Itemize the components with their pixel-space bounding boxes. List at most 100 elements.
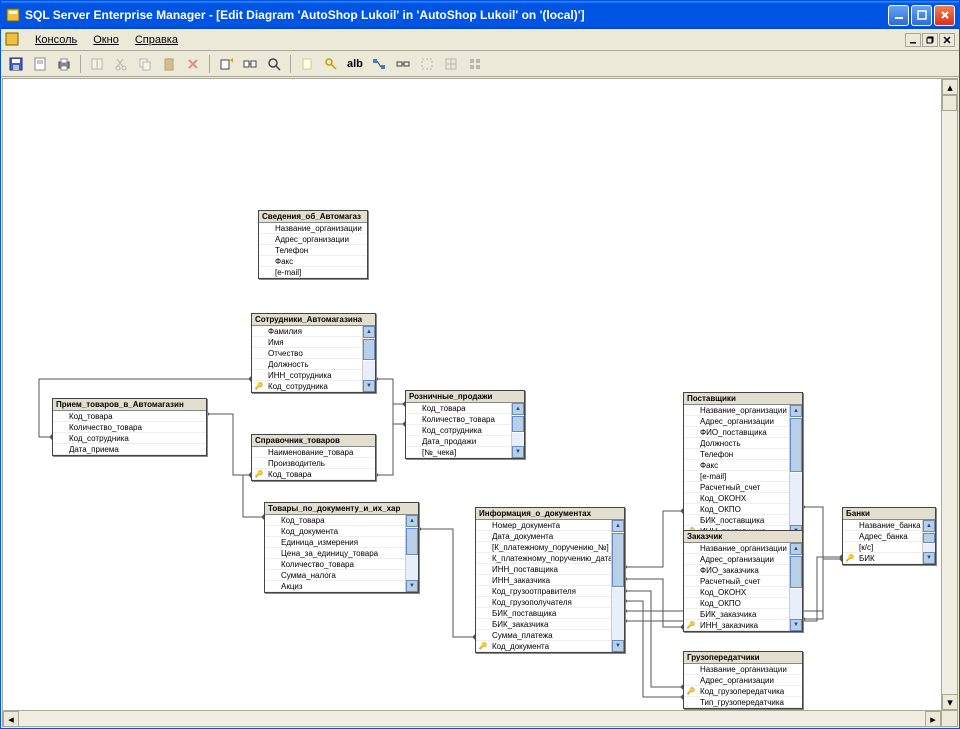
table-tovary_doc[interactable]: Товары_по_документу_и_их_харКод_товараКо… bbox=[264, 502, 419, 593]
page-breaks-icon[interactable] bbox=[416, 53, 438, 75]
column-name[interactable]: БИК_поставщика bbox=[698, 515, 789, 526]
scroll-thumb[interactable] bbox=[363, 339, 375, 360]
column-name[interactable]: Отчество bbox=[266, 348, 362, 359]
column-name[interactable]: ИНН_заказчика bbox=[490, 575, 611, 586]
column-name[interactable]: Код_товара bbox=[420, 403, 511, 414]
column-name[interactable]: Факс bbox=[698, 460, 789, 471]
column-name[interactable]: Название_организации bbox=[698, 664, 802, 675]
cut-icon[interactable] bbox=[110, 53, 132, 75]
table-scrollbar[interactable]: ▲▼ bbox=[789, 543, 802, 631]
scroll-down-icon[interactable]: ▼ bbox=[612, 640, 624, 652]
new-table-icon[interactable] bbox=[86, 53, 108, 75]
column-name[interactable]: Код_товара bbox=[266, 469, 375, 480]
add-related-icon[interactable] bbox=[239, 53, 261, 75]
column-name[interactable]: Телефон bbox=[698, 449, 789, 460]
scroll-down-icon[interactable]: ▼ bbox=[363, 380, 375, 392]
table-scrollbar[interactable]: ▲▼ bbox=[611, 520, 624, 652]
scroll-down-icon[interactable]: ▾ bbox=[942, 694, 958, 710]
column-name[interactable]: Название_организации bbox=[698, 405, 789, 416]
column-name[interactable]: Название_организации bbox=[273, 223, 367, 234]
column-name[interactable]: [e-mail] bbox=[698, 471, 789, 482]
mdi-restore-button[interactable] bbox=[922, 33, 938, 47]
table-gruzo[interactable]: Грузопередатчики🔑Название_организацииАдр… bbox=[683, 651, 803, 709]
table-sotrudniki[interactable]: Сотрудники_Автомагазина🔑ФамилияИмяОтчест… bbox=[251, 313, 376, 393]
column-name[interactable]: БИК_заказчика bbox=[490, 619, 611, 630]
zoom-icon[interactable] bbox=[263, 53, 285, 75]
table-header[interactable]: Розничные_продажи bbox=[406, 391, 524, 403]
titlebar[interactable]: SQL Server Enterprise Manager - [Edit Di… bbox=[1, 1, 959, 29]
table-priem[interactable]: Прием_товаров_в_АвтомагазинКод_товараКол… bbox=[52, 398, 207, 456]
table-banki[interactable]: Банки🔑Название_банкаАдрес_банка[к/с]БИК▲… bbox=[842, 507, 936, 565]
table-scrollbar[interactable]: ▲▼ bbox=[362, 326, 375, 392]
column-name[interactable]: Код_ОКОНХ bbox=[698, 493, 789, 504]
print-icon[interactable] bbox=[53, 53, 75, 75]
scroll-thumb-v[interactable] bbox=[942, 95, 957, 111]
column-name[interactable]: Должность bbox=[698, 438, 789, 449]
column-name[interactable]: [e-mail] bbox=[273, 267, 367, 278]
column-name[interactable]: [к/с] bbox=[857, 542, 922, 553]
table-info_doc[interactable]: Информация_о_документах🔑Номер_документаД… bbox=[475, 507, 625, 653]
column-name[interactable]: БИК_заказчика bbox=[698, 609, 789, 620]
close-button[interactable] bbox=[934, 5, 955, 26]
table-spravochnik[interactable]: Справочник_товаров🔑Наименование_товараПр… bbox=[251, 434, 376, 481]
scroll-up-icon[interactable]: ▲ bbox=[612, 520, 624, 532]
paste-icon[interactable] bbox=[158, 53, 180, 75]
column-name[interactable]: ИНН_поставщика bbox=[490, 564, 611, 575]
column-name[interactable]: ФИО_поставщика bbox=[698, 427, 789, 438]
column-name[interactable]: Дата_продажи bbox=[420, 436, 511, 447]
add-table-icon[interactable]: ✦ bbox=[215, 53, 237, 75]
scroll-right-icon[interactable]: ▸ bbox=[925, 711, 941, 727]
table-header[interactable]: Сведения_об_Автомагаз bbox=[259, 211, 367, 223]
column-name[interactable]: Код_грузополучателя bbox=[490, 597, 611, 608]
recalc-icon[interactable] bbox=[440, 53, 462, 75]
table-svedenia[interactable]: Сведения_об_АвтомагазНазвание_организаци… bbox=[258, 210, 368, 279]
column-name[interactable]: Сумма_платежа bbox=[490, 630, 611, 641]
column-name[interactable]: Код_грузопередатчика bbox=[698, 686, 802, 697]
column-name[interactable]: Количество_товара bbox=[279, 559, 405, 570]
maximize-button[interactable] bbox=[911, 5, 932, 26]
scroll-thumb[interactable] bbox=[612, 533, 624, 587]
menu-window[interactable]: Окно bbox=[85, 32, 127, 48]
column-name[interactable]: Код_товара bbox=[67, 411, 206, 422]
column-name[interactable]: Расчетный_счет bbox=[698, 576, 789, 587]
table-header[interactable]: Прием_товаров_в_Автомагазин bbox=[53, 399, 206, 411]
table-roznica[interactable]: Розничные_продажиКод_товараКоличество_то… bbox=[405, 390, 525, 459]
show-labels-icon[interactable] bbox=[392, 53, 414, 75]
column-name[interactable]: Дата_приема bbox=[67, 444, 206, 455]
scroll-left-icon[interactable]: ◂ bbox=[3, 711, 19, 727]
annotation-icon[interactable] bbox=[296, 53, 318, 75]
scroll-down-icon[interactable]: ▼ bbox=[406, 580, 418, 592]
diagram-workspace[interactable]: Сведения_об_АвтомагазНазвание_организаци… bbox=[2, 78, 958, 727]
mdi-minimize-button[interactable] bbox=[905, 33, 921, 47]
table-scrollbar[interactable]: ▲▼ bbox=[922, 520, 935, 564]
column-name[interactable]: Производитель bbox=[266, 458, 375, 469]
delete-icon[interactable] bbox=[182, 53, 204, 75]
horizontal-scrollbar[interactable]: ◂ ▸ bbox=[3, 710, 941, 726]
column-name[interactable]: Должность bbox=[266, 359, 362, 370]
column-name[interactable]: Адрес_банка bbox=[857, 531, 922, 542]
column-name[interactable]: [№_чека] bbox=[420, 447, 511, 458]
column-name[interactable]: Количество_товара bbox=[420, 414, 511, 425]
scroll-up-icon[interactable]: ▲ bbox=[923, 520, 935, 532]
column-name[interactable]: Расчетный_счет bbox=[698, 482, 789, 493]
menu-console[interactable]: Консоль bbox=[27, 32, 85, 48]
scroll-up-icon[interactable]: ▲ bbox=[406, 515, 418, 527]
column-name[interactable]: Код_ОКОНХ bbox=[698, 587, 789, 598]
menu-help[interactable]: Справка bbox=[127, 32, 186, 48]
column-name[interactable]: Код_документа bbox=[279, 526, 405, 537]
table-scrollbar[interactable]: ▲▼ bbox=[405, 515, 418, 592]
table-header[interactable]: Грузопередатчики bbox=[684, 652, 802, 664]
column-name[interactable]: Код_сотрудника bbox=[266, 381, 362, 392]
column-name[interactable]: ФИО_заказчика bbox=[698, 565, 789, 576]
column-name[interactable]: Сумма_налога bbox=[279, 570, 405, 581]
column-name[interactable]: Адрес_организации bbox=[698, 675, 802, 686]
vertical-scrollbar[interactable]: ▴ ▾ bbox=[941, 79, 957, 710]
table-scrollbar[interactable]: ▲▼ bbox=[511, 403, 524, 458]
column-name[interactable]: Цена_за_единицу_товара bbox=[279, 548, 405, 559]
column-name[interactable]: Фамилия bbox=[266, 326, 362, 337]
table-postavshiki[interactable]: Поставщики🔑Название_организацииАдрес_орг… bbox=[683, 392, 803, 538]
column-name[interactable]: Название_организации bbox=[698, 543, 789, 554]
column-name[interactable]: Адрес_организации bbox=[698, 554, 789, 565]
column-name[interactable]: Единица_измерения bbox=[279, 537, 405, 548]
column-name[interactable]: Количество_товара bbox=[67, 422, 206, 433]
